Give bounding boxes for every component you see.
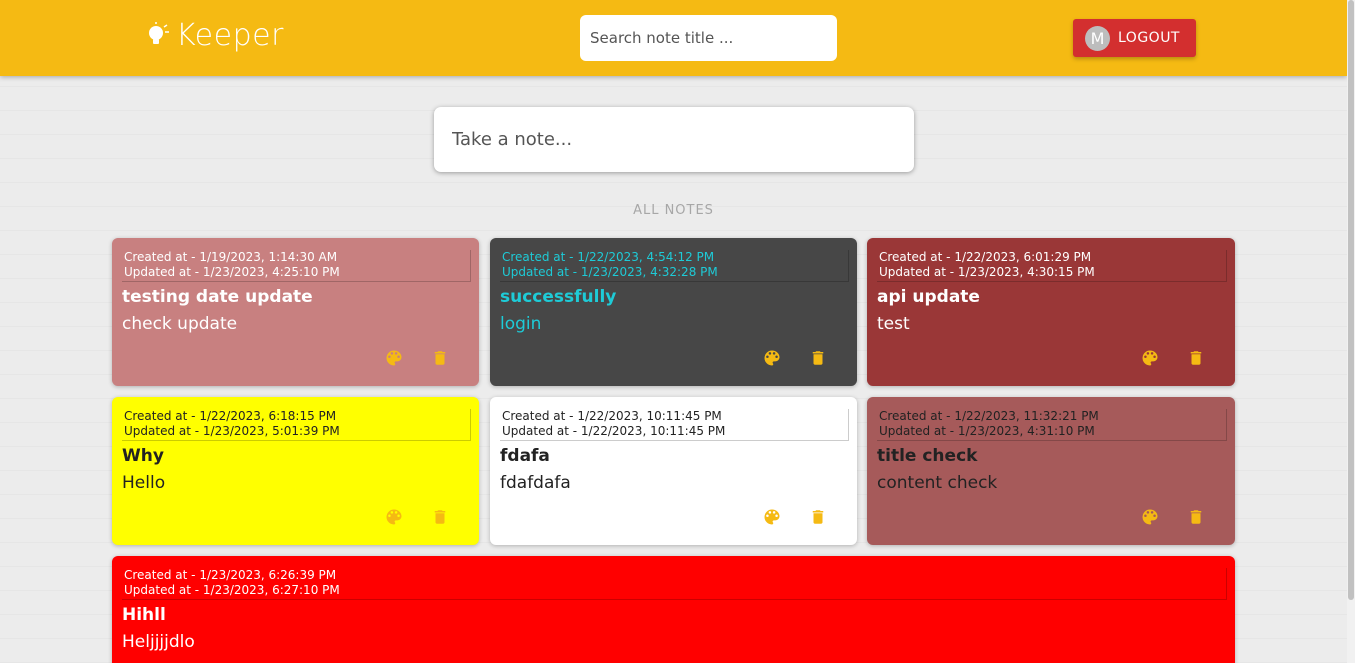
search-input[interactable] (580, 15, 837, 61)
note-meta: Created at - 1/22/2023, 6:18:15 PM Updat… (122, 409, 471, 441)
trash-icon[interactable] (1184, 505, 1208, 529)
note-created: Created at - 1/23/2023, 6:26:39 PM (124, 568, 337, 582)
note-title: successfully (500, 287, 617, 307)
note-content: test (877, 314, 910, 334)
take-note-input[interactable] (434, 107, 914, 172)
palette-icon[interactable] (382, 505, 406, 529)
note-updated: Updated at - 1/23/2023, 4:30:15 PM (879, 265, 1095, 279)
scrollbar-thumb[interactable] (1348, 0, 1354, 600)
note-meta: Created at - 1/22/2023, 10:11:45 PM Upda… (500, 409, 849, 441)
app-title: Keeper (176, 18, 284, 53)
note-content: check update (122, 314, 238, 334)
note-card[interactable]: Created at - 1/22/2023, 11:32:21 PM Upda… (867, 397, 1235, 545)
note-card[interactable]: Created at - 1/22/2023, 4:54:12 PM Updat… (490, 238, 857, 386)
note-content: Hello (122, 473, 166, 493)
trash-icon[interactable] (428, 505, 452, 529)
section-title: ALL NOTES (633, 203, 714, 218)
note-content: login (500, 314, 542, 334)
trash-icon[interactable] (428, 346, 452, 370)
note-updated: Updated at - 1/23/2023, 5:01:39 PM (124, 424, 340, 438)
palette-icon[interactable] (1138, 505, 1162, 529)
logout-button[interactable]: M LOGOUT (1073, 19, 1196, 57)
note-title: api update (877, 287, 980, 307)
trash-icon[interactable] (1184, 346, 1208, 370)
note-card[interactable]: Created at - 1/19/2023, 1:14:30 AM Updat… (112, 238, 479, 386)
note-card[interactable]: Created at - 1/23/2023, 6:26:39 PM Updat… (112, 556, 1235, 663)
note-card[interactable]: Created at - 1/22/2023, 10:11:45 PM Upda… (490, 397, 857, 545)
palette-icon[interactable] (382, 346, 406, 370)
app-logo: Keeper (146, 18, 284, 53)
note-created: Created at - 1/19/2023, 1:14:30 AM (124, 250, 338, 264)
note-updated: Updated at - 1/23/2023, 4:32:28 PM (502, 265, 718, 279)
note-card[interactable]: Created at - 1/22/2023, 6:01:29 PM Updat… (867, 238, 1235, 386)
scrollbar[interactable] (1347, 0, 1355, 663)
note-title: title check (877, 446, 978, 466)
note-created: Created at - 1/22/2023, 4:54:12 PM (502, 250, 715, 264)
trash-icon[interactable] (806, 346, 830, 370)
note-card[interactable]: Created at - 1/22/2023, 6:18:15 PM Updat… (112, 397, 479, 545)
note-content: content check (877, 473, 998, 493)
note-title: testing date update (122, 287, 313, 307)
palette-icon[interactable] (760, 505, 784, 529)
note-title: fdafa (500, 446, 550, 466)
note-meta: Created at - 1/22/2023, 4:54:12 PM Updat… (500, 250, 849, 282)
palette-icon[interactable] (1138, 346, 1162, 370)
app-header: Keeper M LOGOUT (0, 0, 1347, 76)
note-created: Created at - 1/22/2023, 6:01:29 PM (879, 250, 1092, 264)
note-title: Hihll (122, 605, 166, 625)
note-title: Why (122, 446, 164, 466)
note-created: Created at - 1/22/2023, 6:18:15 PM (124, 409, 337, 423)
note-updated: Updated at - 1/22/2023, 10:11:45 PM (502, 424, 726, 438)
note-updated: Updated at - 1/23/2023, 6:27:10 PM (124, 583, 340, 597)
note-updated: Updated at - 1/23/2023, 4:25:10 PM (124, 265, 340, 279)
note-meta: Created at - 1/23/2023, 6:26:39 PM Updat… (122, 568, 1227, 600)
note-meta: Created at - 1/22/2023, 11:32:21 PM Upda… (877, 409, 1227, 441)
trash-icon[interactable] (806, 505, 830, 529)
lightbulb-icon (146, 21, 170, 51)
note-content: Heljjjjdlo (122, 632, 195, 652)
logout-label: LOGOUT (1118, 30, 1180, 46)
note-updated: Updated at - 1/23/2023, 4:31:10 PM (879, 424, 1095, 438)
note-meta: Created at - 1/19/2023, 1:14:30 AM Updat… (122, 250, 471, 282)
note-meta: Created at - 1/22/2023, 6:01:29 PM Updat… (877, 250, 1227, 282)
note-created: Created at - 1/22/2023, 10:11:45 PM (502, 409, 722, 423)
palette-icon[interactable] (760, 346, 784, 370)
note-content: fdafdafa (500, 473, 571, 493)
note-created: Created at - 1/22/2023, 11:32:21 PM (879, 409, 1099, 423)
avatar: M (1085, 25, 1110, 51)
